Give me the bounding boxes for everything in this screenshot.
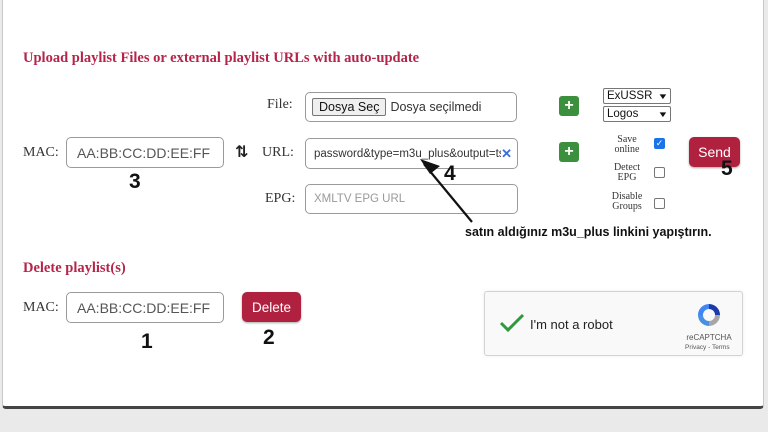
- country-select-value: ExUSSR: [607, 90, 653, 102]
- annotation-1: 1: [141, 330, 153, 353]
- add-url-button[interactable]: +: [559, 142, 579, 162]
- file-label: File:: [267, 97, 293, 112]
- disable-groups-checkbox[interactable]: [654, 198, 665, 209]
- annotation-2: 2: [263, 326, 275, 349]
- chevron-down-icon: ▼: [657, 91, 669, 101]
- clear-icon[interactable]: ✕: [501, 146, 512, 162]
- arrow-icon: [420, 159, 473, 223]
- annotation-3: 3: [129, 170, 141, 193]
- logos-select-value: Logos: [607, 108, 639, 120]
- choose-file-button[interactable]: Dosya Seç: [312, 98, 387, 116]
- epg-label: EPG:: [265, 191, 296, 206]
- chevron-down-icon: ▼: [657, 109, 669, 119]
- detect-epg-checkbox[interactable]: [654, 167, 665, 178]
- swap-icon[interactable]: ⇅: [235, 142, 248, 161]
- file-status: Dosya seçilmedi: [390, 100, 482, 114]
- recaptcha-widget: I'm not a robot reCAPTCHA Privacy - Term…: [484, 291, 743, 356]
- delete-mac-label: MAC:: [23, 300, 59, 315]
- disable-groups-label: Disable Groups: [611, 191, 643, 212]
- recaptcha-terms[interactable]: Privacy - Terms: [685, 344, 730, 351]
- upload-mac-input[interactable]: AA:BB:CC:DD:EE:FF: [66, 137, 224, 168]
- checkmark-icon[interactable]: [498, 312, 526, 334]
- save-online-checkbox[interactable]: ✓: [654, 138, 665, 149]
- country-select[interactable]: ExUSSR ▼: [603, 88, 671, 104]
- delete-button[interactable]: Delete: [242, 292, 301, 322]
- recaptcha-label: I'm not a robot: [530, 317, 613, 332]
- url-label: URL:: [262, 145, 294, 160]
- epg-placeholder: XMLTV EPG URL: [314, 193, 406, 205]
- add-file-button[interactable]: +: [559, 96, 579, 116]
- logos-select[interactable]: Logos ▼: [603, 106, 671, 122]
- instruction-note: satın aldığınız m3u_plus linkini yapıştı…: [465, 225, 712, 239]
- annotation-5: 5: [721, 157, 733, 180]
- file-input[interactable]: Dosya Seç Dosya seçilmedi: [305, 92, 517, 122]
- recaptcha-brand: reCAPTCHA: [686, 333, 732, 342]
- save-online-label: Save online: [614, 134, 640, 155]
- upload-heading: Upload playlist Files or external playli…: [23, 50, 420, 66]
- detect-epg-label: Detect EPG: [613, 162, 641, 183]
- mac-label: MAC:: [23, 145, 59, 160]
- recaptcha-logo-icon: [698, 304, 720, 326]
- delete-heading: Delete playlist(s): [23, 260, 126, 276]
- delete-mac-input[interactable]: AA:BB:CC:DD:EE:FF: [66, 292, 224, 323]
